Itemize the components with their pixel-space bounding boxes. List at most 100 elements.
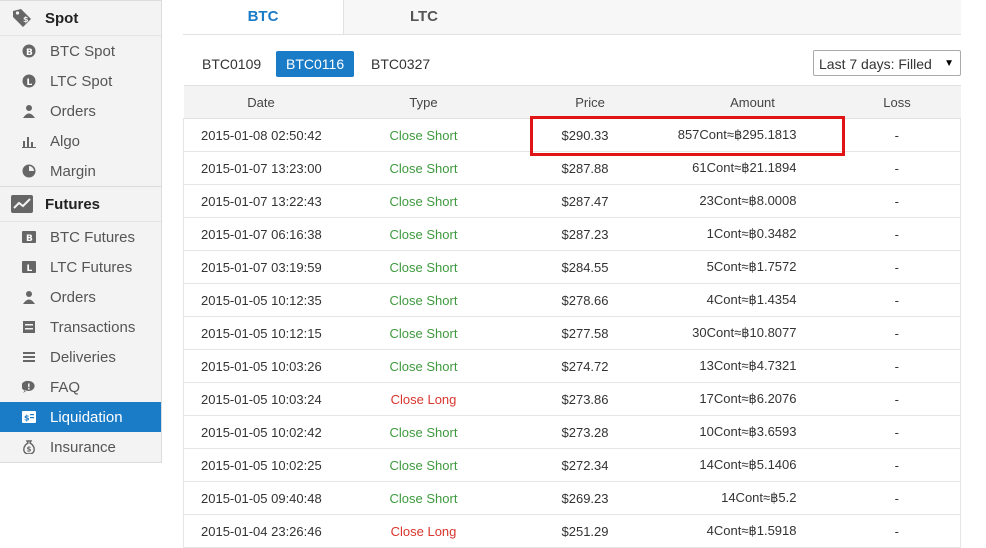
cell-date: 2015-01-05 10:02:25 — [183, 448, 339, 482]
cell-amount: 4Cont≈฿1.5918 — [671, 514, 834, 548]
contract-btc0116[interactable]: BTC0116 — [276, 51, 355, 77]
cell-type: Close Short — [338, 118, 509, 152]
cell-type: Close Short — [338, 415, 509, 449]
sidebar-item-label: Orders — [50, 288, 96, 306]
table-row: 2015-01-05 10:03:26 Close Short $274.72 13C… — [183, 349, 961, 383]
table-row: 2015-01-05 10:12:15 Close Short $277.58 30C… — [183, 316, 961, 350]
cell-date: 2015-01-07 13:23:00 — [183, 151, 339, 185]
sidebar-item-label: Deliveries — [50, 348, 116, 366]
cell-price: $278.66 — [508, 283, 672, 317]
cell-date: 2015-01-05 10:02:42 — [183, 415, 339, 449]
cell-date: 2015-01-05 10:12:35 — [183, 283, 339, 317]
sidebar-item-label: Insurance — [50, 438, 116, 456]
cell-date: 2015-01-04 23:26:46 — [183, 514, 339, 548]
cell-amount: 30Cont≈฿10.8077 — [671, 316, 834, 350]
cell-loss: - — [833, 217, 961, 251]
cell-loss: - — [833, 415, 961, 449]
cell-price: $269.23 — [508, 481, 672, 515]
svg-text:$: $ — [23, 15, 29, 24]
ltc-futures-icon: L — [22, 260, 36, 274]
table-body: 2015-01-08 02:50:42 Close Short $290.33 857… — [183, 118, 961, 548]
cell-date: 2015-01-05 10:03:26 — [183, 349, 339, 383]
tab-bar-filler — [504, 0, 961, 34]
sidebar-item-btc-spot[interactable]: B BTC Spot — [0, 36, 161, 66]
transactions-icon — [22, 320, 36, 334]
cell-type: Close Long — [338, 514, 509, 548]
cell-price: $284.55 — [508, 250, 672, 284]
cell-price: $287.23 — [508, 217, 672, 251]
cell-type: Close Short — [338, 250, 509, 284]
sidebar-header-futures[interactable]: Futures — [0, 187, 161, 222]
sidebar-item-algo[interactable]: Algo — [0, 126, 161, 156]
cell-price: $287.88 — [508, 151, 672, 185]
sidebar-item-margin[interactable]: Margin — [0, 156, 161, 186]
table-row: 2015-01-07 13:22:43 Close Short $287.47 23C… — [183, 184, 961, 218]
dropdown-arrow-icon: ▼ — [944, 58, 954, 69]
table-row: 2015-01-05 10:02:42 Close Short $273.28 10C… — [183, 415, 961, 449]
sidebar-item-faq[interactable]: ! FAQ — [0, 372, 161, 402]
cell-price: $290.33 — [508, 118, 672, 152]
sidebar: $ Spot B BTC Spot L LTC Spot Orders Algo… — [0, 0, 162, 513]
cell-amount: 1Cont≈฿0.3482 — [671, 217, 834, 251]
sidebar-item-label: BTC Futures — [50, 228, 136, 246]
cell-amount: 14Cont≈฿5.1406 — [671, 448, 834, 482]
contract-bar: BTC0109 BTC0116 BTC0327 Last 7 days: Fil… — [183, 35, 961, 85]
sidebar-item-ltc-spot[interactable]: L LTC Spot — [0, 66, 161, 96]
table-row: 2015-01-04 23:26:46 Close Long $251.29 4Con… — [183, 514, 961, 548]
liquidation-icon: $ — [22, 410, 36, 424]
cell-loss: - — [833, 349, 961, 383]
orders-icon — [22, 290, 36, 304]
cell-amount: 5Cont≈฿1.7572 — [671, 250, 834, 284]
sidebar-header-label: Spot — [45, 9, 79, 27]
cell-type: Close Short — [338, 217, 509, 251]
cell-price: $273.86 — [508, 382, 672, 416]
svg-text:B: B — [26, 48, 33, 58]
cell-amount: 23Cont≈฿8.0008 — [671, 184, 834, 218]
sidebar-item-btc-futures[interactable]: B BTC Futures — [0, 222, 161, 252]
cell-price: $274.72 — [508, 349, 672, 383]
sidebar-item-deliveries[interactable]: Deliveries — [0, 342, 161, 372]
column-header-date: Date — [183, 85, 339, 119]
table-row: 2015-01-08 02:50:42 Close Short $290.33 857… — [183, 118, 961, 152]
svg-text:!: ! — [27, 383, 31, 392]
contract-btc0109[interactable]: BTC0109 — [192, 51, 271, 77]
contract-btc0327[interactable]: BTC0327 — [361, 51, 440, 77]
table-row: 2015-01-05 10:03:24 Close Long $273.86 17Co… — [183, 382, 961, 416]
sidebar-futures-section: Futures B BTC Futures L LTC Futures Orde… — [0, 187, 162, 463]
sidebar-item-ltc-futures[interactable]: L LTC Futures — [0, 252, 161, 282]
sidebar-item-spot-orders[interactable]: Orders — [0, 96, 161, 126]
sidebar-item-transactions[interactable]: Transactions — [0, 312, 161, 342]
sidebar-item-futures-orders[interactable]: Orders — [0, 282, 161, 312]
cell-price: $287.47 — [508, 184, 672, 218]
cell-type: Close Short — [338, 481, 509, 515]
cell-amount: 4Cont≈฿1.4354 — [671, 283, 834, 317]
column-header-amount: Amount — [671, 85, 834, 119]
sidebar-item-label: Liquidation — [50, 408, 123, 426]
main-content: BTC LTC BTC0109 BTC0116 BTC0327 Last 7 d… — [183, 0, 961, 548]
period-filter-select[interactable]: Last 7 days: Filled ▼ — [813, 50, 961, 76]
sidebar-item-label: Margin — [50, 162, 96, 180]
cell-date: 2015-01-07 03:19:59 — [183, 250, 339, 284]
cell-loss: - — [833, 316, 961, 350]
margin-icon — [22, 164, 36, 178]
orders-icon — [22, 104, 36, 118]
tab-btc[interactable]: BTC — [183, 0, 344, 34]
sidebar-item-liquidation[interactable]: $ Liquidation — [0, 402, 161, 432]
svg-text:L: L — [27, 264, 33, 274]
tab-ltc[interactable]: LTC — [344, 0, 504, 34]
cell-price: $273.28 — [508, 415, 672, 449]
cell-loss: - — [833, 481, 961, 515]
cell-type: Close Long — [338, 382, 509, 416]
period-filter-value: Last 7 days: Filled — [819, 56, 932, 72]
cell-amount: 17Cont≈฿6.2076 — [671, 382, 834, 416]
svg-text:L: L — [27, 78, 33, 88]
cell-loss: - — [833, 283, 961, 317]
cell-loss: - — [833, 151, 961, 185]
cell-type: Close Short — [338, 151, 509, 185]
sidebar-item-label: Orders — [50, 102, 96, 120]
cell-date: 2015-01-08 02:50:42 — [183, 118, 339, 152]
cell-date: 2015-01-05 10:12:15 — [183, 316, 339, 350]
sidebar-item-insurance[interactable]: $ Insurance — [0, 432, 161, 462]
cell-loss: - — [833, 448, 961, 482]
sidebar-header-spot[interactable]: $ Spot — [0, 1, 161, 36]
